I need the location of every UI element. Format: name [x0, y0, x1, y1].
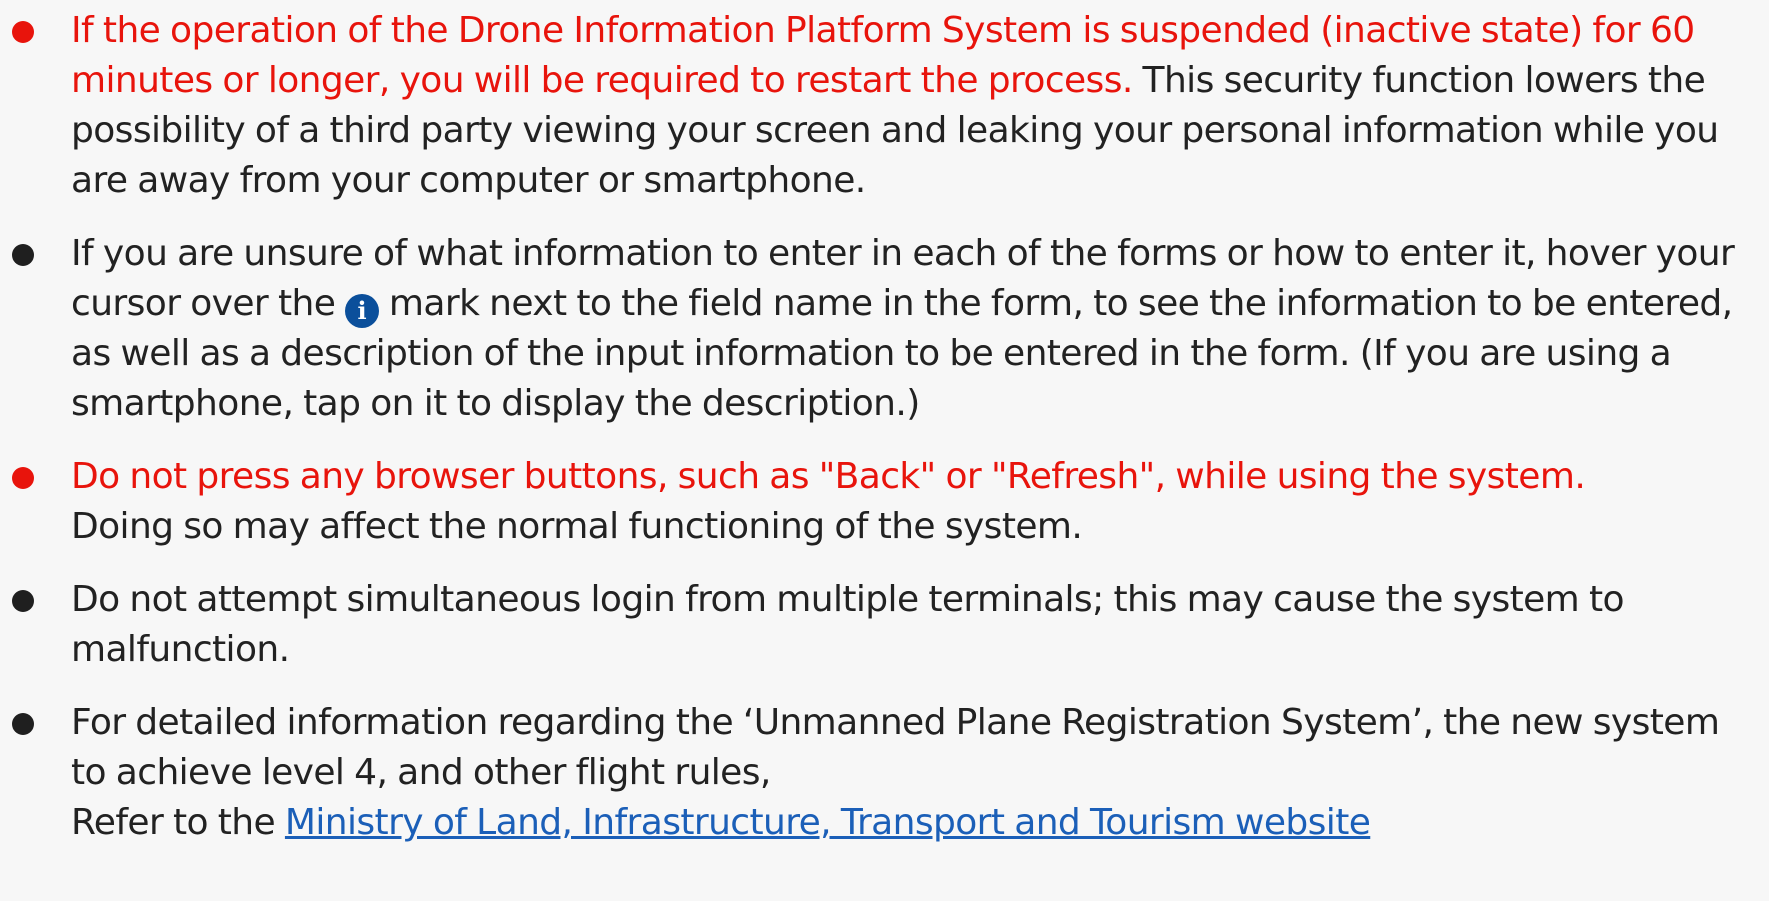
- bullet: [12, 713, 34, 735]
- notice-browser-buttons-detail: Doing so may affect the normal functioni…: [71, 506, 1083, 547]
- notice-simultaneous-login: Do not attempt simultaneous login from m…: [0, 575, 1769, 675]
- notice-list: If the operation of the Drone Informatio…: [0, 6, 1769, 848]
- bullet: [12, 590, 34, 612]
- mlit-website-link[interactable]: Ministry of Land, Infrastructure, Transp…: [285, 802, 1371, 843]
- notice-simultaneous-login-text: Do not attempt simultaneous login from m…: [71, 579, 1625, 670]
- bullet-red: [12, 467, 34, 489]
- notice-browser-buttons: Do not press any browser buttons, such a…: [0, 452, 1769, 552]
- notice-inactivity-timeout: If the operation of the Drone Informatio…: [0, 6, 1769, 206]
- notice-flight-rules: For detailed information regarding the ‘…: [0, 698, 1769, 848]
- bullet: [12, 244, 34, 266]
- info-icon: i: [345, 294, 380, 328]
- notice-browser-buttons-warning: Do not press any browser buttons, such a…: [71, 456, 1586, 497]
- notice-form-help: If you are unsure of what information to…: [0, 229, 1769, 429]
- bullet-red: [12, 21, 34, 43]
- notice-flight-rules-text: For detailed information regarding the ‘…: [71, 702, 1720, 793]
- notice-flight-rules-refer: Refer to the: [71, 802, 285, 843]
